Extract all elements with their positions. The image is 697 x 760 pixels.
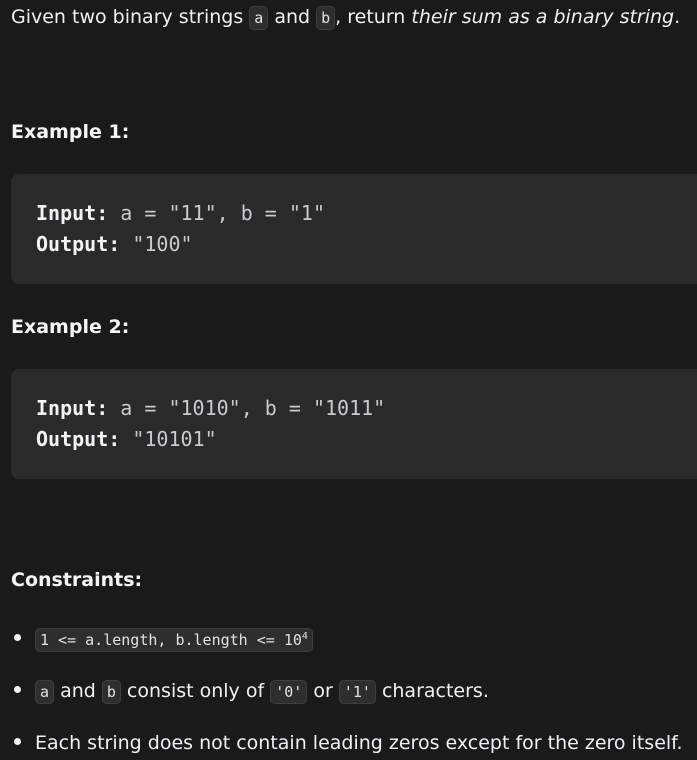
example-1-heading: Example 1:	[11, 121, 130, 143]
text-consist: consist only of	[120, 680, 271, 702]
output-value: "10101"	[120, 427, 217, 451]
example-2-input: Input: a = "1010", b = "1011"	[36, 394, 385, 422]
example-1-input: Input: a = "11", b = "1"	[36, 199, 325, 227]
length-constraint-code: 1 <= a.length, b.length <= 104	[35, 628, 313, 652]
bullet-dot	[14, 738, 21, 745]
problem-description: Given two binary strings a and b, return…	[11, 4, 680, 31]
intro-prefix: Given two binary strings	[11, 6, 250, 28]
example-1-box: Input: a = "11", b = "1" Output: "100"	[11, 174, 697, 284]
leading-zeros-text: Each string does not contain leading zer…	[35, 732, 683, 754]
output-label: Output:	[36, 232, 121, 256]
code-zero: '0'	[270, 680, 308, 704]
input-label: Input:	[36, 201, 109, 225]
intro-emphasis: their sum as a binary string	[411, 6, 675, 28]
code-a: a	[249, 6, 269, 30]
output-label: Output:	[36, 427, 121, 451]
intro-and: and	[268, 6, 317, 28]
exponent: 4	[301, 631, 308, 642]
code-one: '1'	[338, 680, 376, 704]
example-2-output: Output: "10101"	[36, 425, 217, 453]
output-value: "100"	[120, 232, 193, 256]
constraint-length: 1 <= a.length, b.length <= 104	[11, 626, 313, 653]
input-label: Input:	[36, 396, 109, 420]
input-value: a = "11", b = "1"	[108, 201, 325, 225]
code-b: b	[316, 6, 336, 30]
intro-middle: , return	[335, 6, 412, 28]
code-a: a	[35, 680, 55, 704]
bullet-dot	[14, 686, 21, 693]
text-and: and	[54, 680, 102, 702]
text-characters: characters.	[375, 680, 489, 702]
example-2-box: Input: a = "1010", b = "1011" Output: "1…	[11, 369, 697, 479]
intro-end: .	[674, 6, 681, 28]
length-constraint-text: 1 <= a.length, b.length <= 10	[40, 631, 302, 649]
constraints-heading: Constraints:	[11, 569, 143, 591]
text-or: or	[307, 680, 339, 702]
code-b: b	[101, 680, 121, 704]
example-1-output: Output: "100"	[36, 230, 193, 258]
example-2-heading: Example 2:	[11, 316, 130, 338]
input-value: a = "1010", b = "1011"	[108, 396, 386, 420]
constraint-leading-zeros: Each string does not contain leading zer…	[11, 730, 683, 756]
bullet-dot	[14, 634, 21, 641]
constraint-characters: a and b consist only of '0' or '1' chara…	[11, 678, 489, 705]
